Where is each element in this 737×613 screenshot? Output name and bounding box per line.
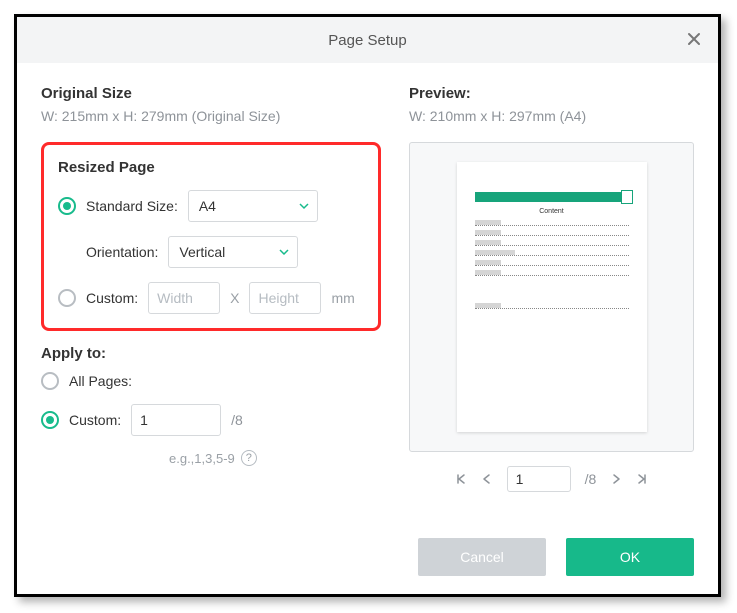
- chevron-down-icon: [299, 201, 309, 211]
- resized-page-heading: Resized Page: [58, 159, 364, 176]
- titlebar: Page Setup: [17, 17, 718, 63]
- custom-width-input[interactable]: Width: [148, 282, 220, 314]
- preview-size-value: W: 210mm x H: 297mm (A4): [409, 108, 694, 124]
- cancel-button[interactable]: Cancel: [418, 538, 546, 576]
- preview-heading: Preview:: [409, 85, 694, 102]
- dialog-footer: Cancel OK: [17, 536, 718, 594]
- standard-size-value: A4: [199, 198, 216, 214]
- original-size-heading: Original Size: [41, 85, 381, 102]
- preview-page: Content: [457, 162, 647, 432]
- original-size-value: W: 215mm x H: 279mm (Original Size): [41, 108, 381, 124]
- chevron-down-icon: [279, 247, 289, 257]
- orientation-value: Vertical: [179, 244, 225, 260]
- prev-page-icon[interactable]: [481, 473, 493, 485]
- custom-unit-label: mm: [331, 290, 354, 306]
- first-page-icon[interactable]: [455, 473, 467, 485]
- orientation-select[interactable]: Vertical: [168, 236, 298, 268]
- next-page-icon[interactable]: [610, 473, 622, 485]
- ok-button[interactable]: OK: [566, 538, 694, 576]
- custom-pages-label: Custom:: [69, 412, 121, 428]
- page-total: /8: [585, 471, 597, 487]
- radio-standard-size[interactable]: [58, 197, 76, 215]
- custom-pages-example: e.g.,1,3,5-9: [169, 451, 235, 466]
- dialog-title: Page Setup: [328, 32, 406, 49]
- page-setup-dialog: Page Setup Original Size W: 215mm x H: 2…: [14, 14, 721, 597]
- radio-all-pages[interactable]: [41, 372, 59, 390]
- orientation-label: Orientation:: [86, 244, 158, 260]
- standard-size-label: Standard Size:: [86, 198, 178, 214]
- radio-custom-size[interactable]: [58, 289, 76, 307]
- preview-doc-center: Content: [475, 208, 629, 215]
- apply-to-heading: Apply to:: [41, 345, 381, 362]
- custom-pages-input[interactable]: 1: [131, 404, 221, 436]
- page-number-input[interactable]: 1: [507, 466, 571, 492]
- help-icon[interactable]: ?: [241, 450, 257, 466]
- preview-frame: Content: [409, 142, 694, 452]
- custom-height-input[interactable]: Height: [249, 282, 321, 314]
- last-page-icon[interactable]: [636, 473, 648, 485]
- x-separator: X: [230, 290, 239, 306]
- close-icon[interactable]: [682, 27, 706, 51]
- radio-custom-pages[interactable]: [41, 411, 59, 429]
- standard-size-select[interactable]: A4: [188, 190, 318, 222]
- preview-pager: 1 /8: [409, 466, 694, 492]
- all-pages-label: All Pages:: [69, 373, 132, 389]
- custom-size-label: Custom:: [86, 290, 138, 306]
- custom-pages-total: /8: [231, 412, 243, 428]
- resized-page-box: Resized Page Standard Size: A4 Orientati…: [41, 142, 381, 331]
